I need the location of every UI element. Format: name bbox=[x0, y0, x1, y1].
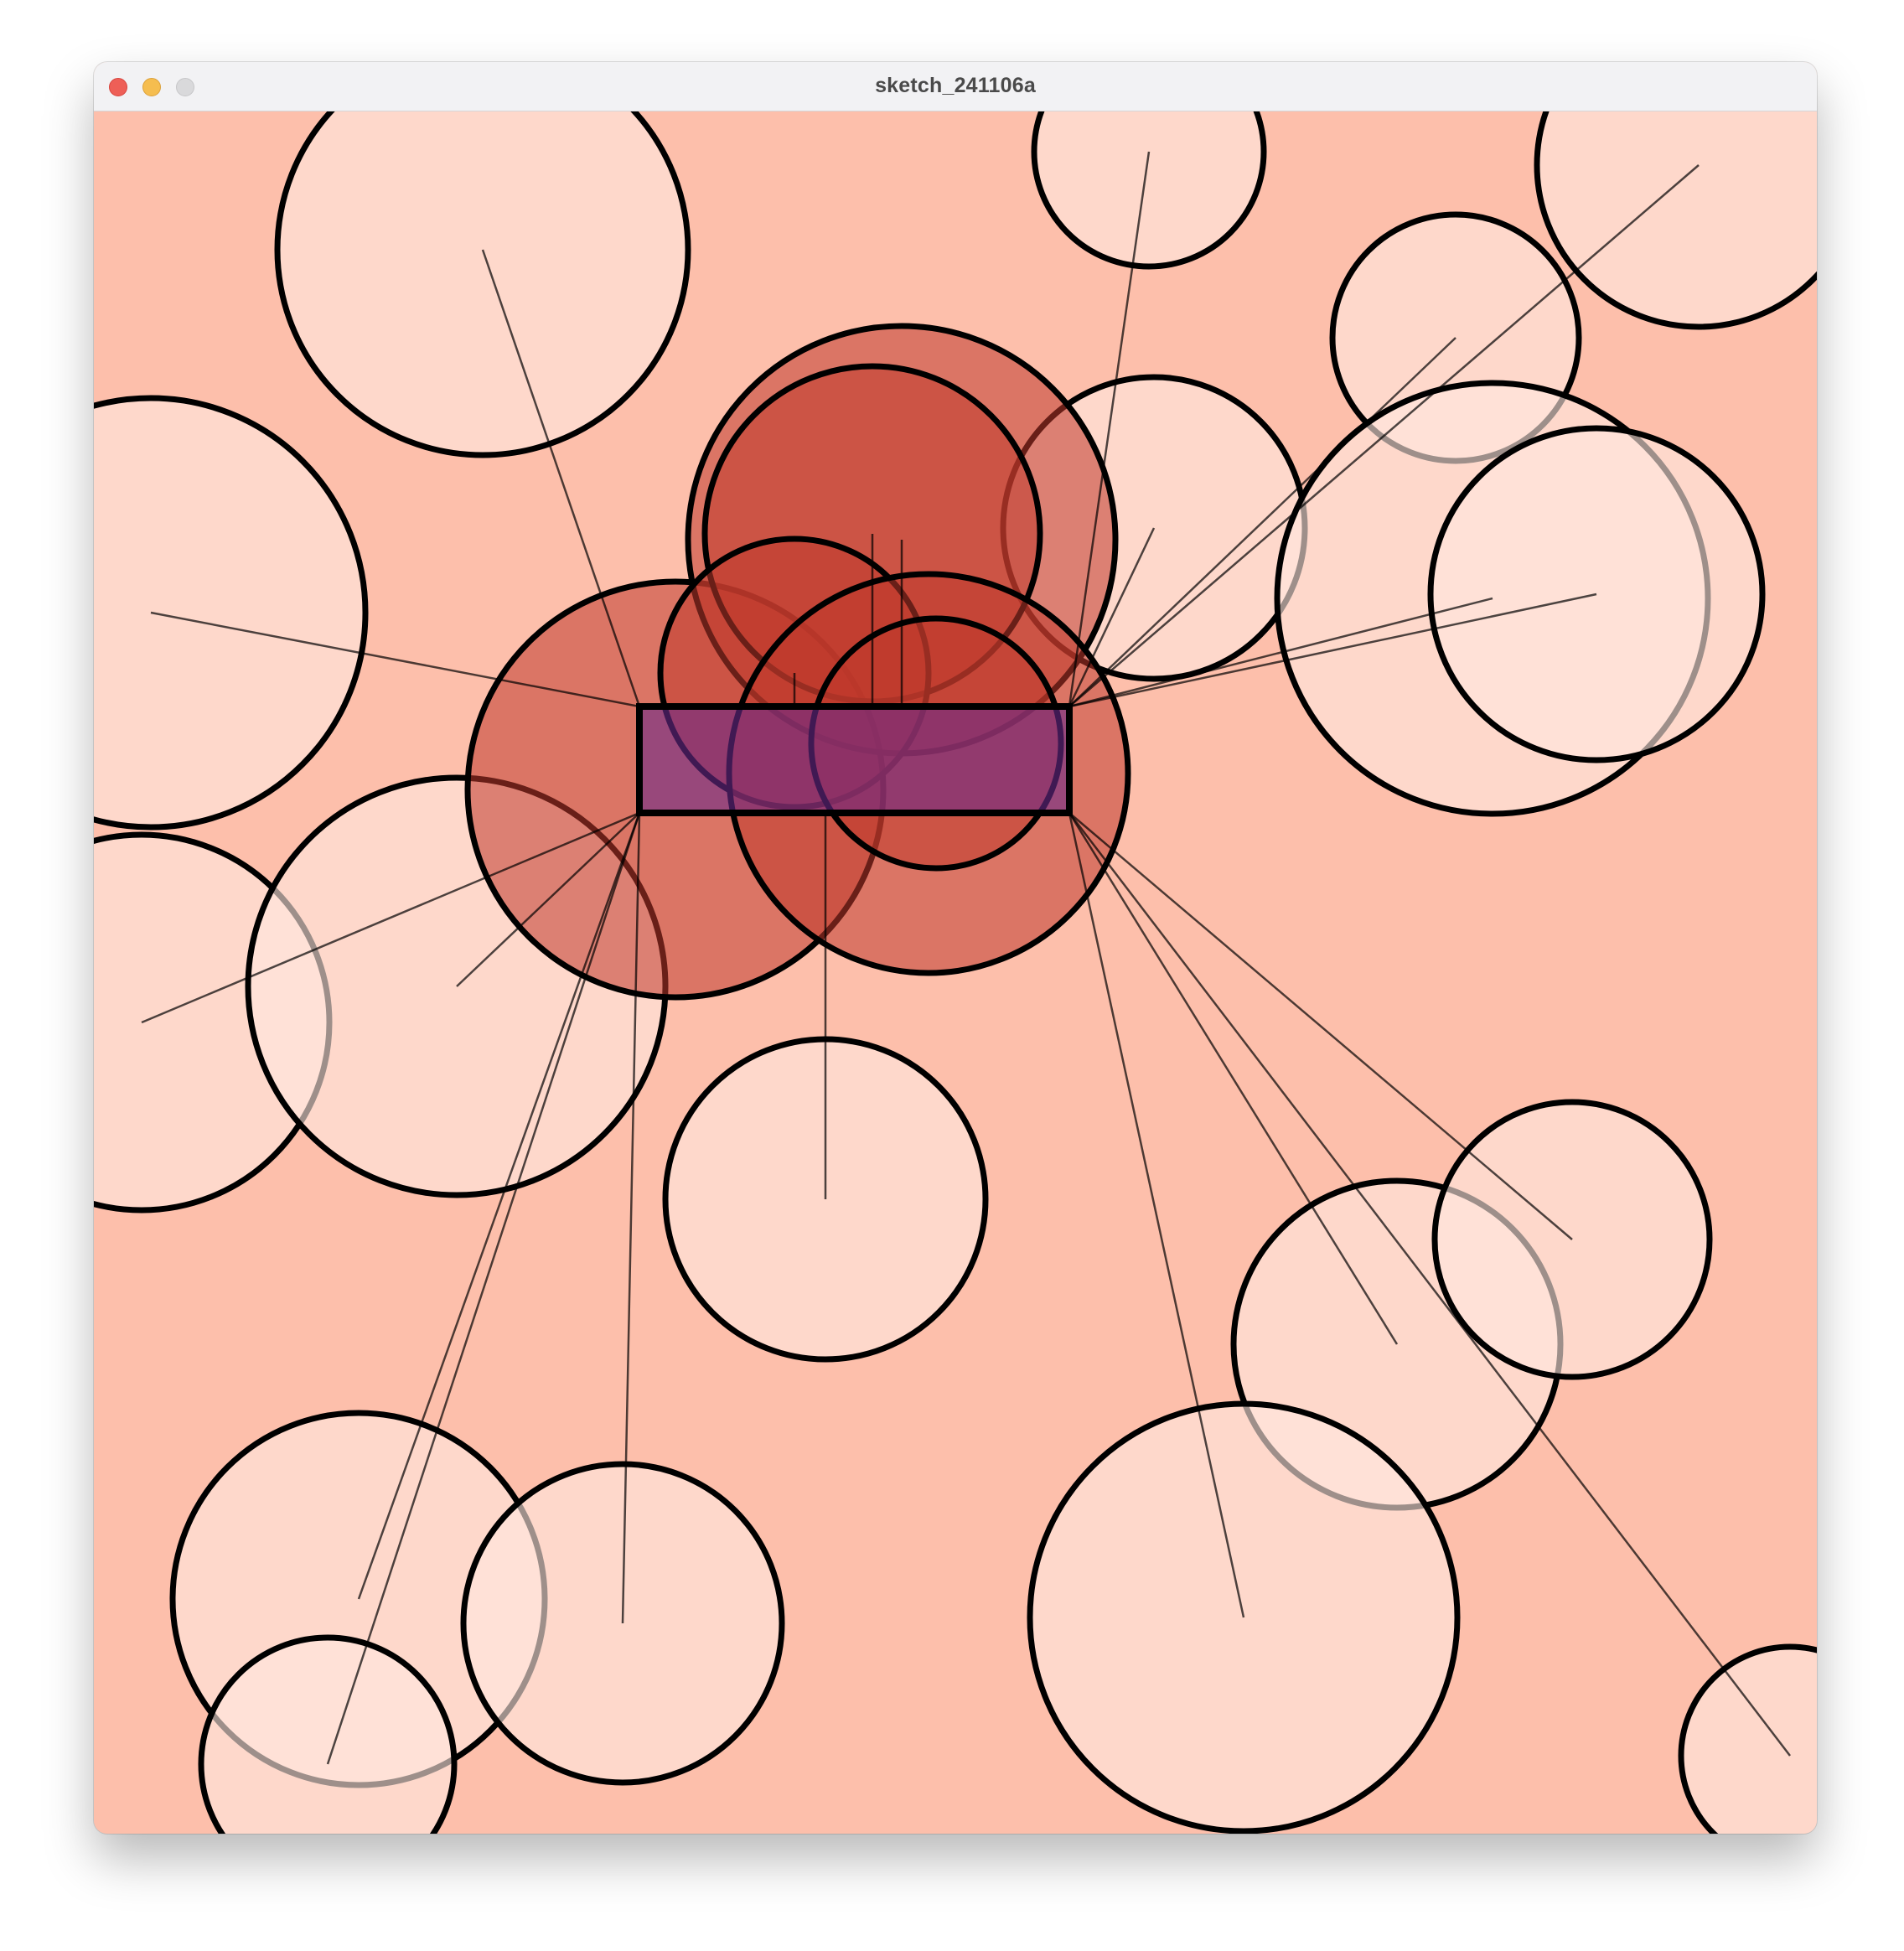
window-title: sketch_241106a bbox=[875, 74, 1036, 97]
title-bar[interactable]: sketch_241106a bbox=[94, 62, 1817, 111]
selection-rectangle[interactable] bbox=[636, 703, 1073, 816]
sketch-canvas[interactable] bbox=[94, 111, 1817, 1834]
app-window: sketch_241106a bbox=[94, 62, 1817, 1834]
